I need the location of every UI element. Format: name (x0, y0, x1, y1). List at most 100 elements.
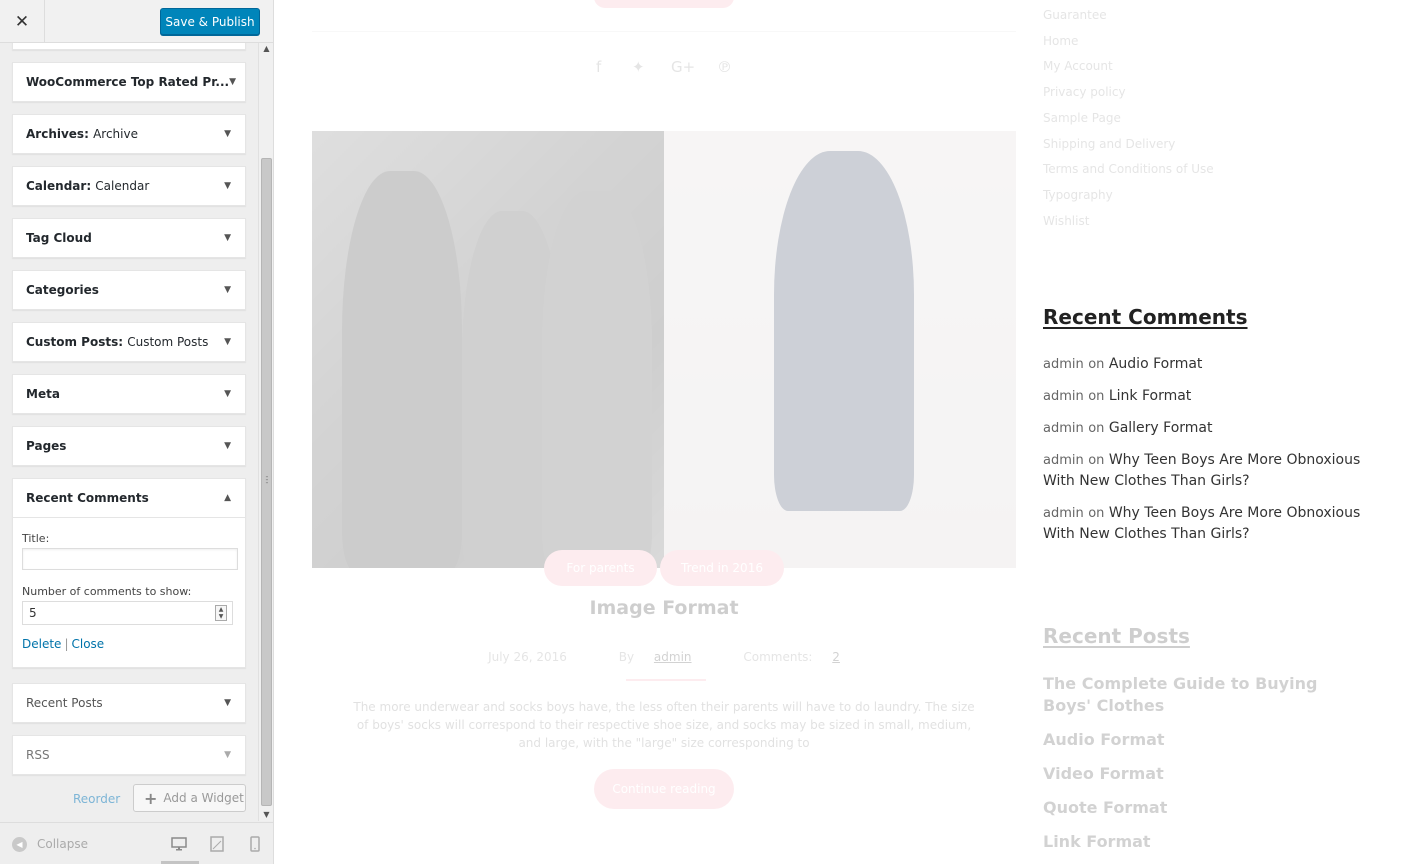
widget-title: Recent Posts (26, 696, 103, 710)
delete-link[interactable]: Delete (22, 637, 61, 651)
page-link[interactable]: Shipping and Delivery (1043, 132, 1214, 158)
collapse-icon[interactable]: ◀ (12, 837, 27, 852)
scroll-down-arrow-icon[interactable]: ▼ (259, 809, 273, 821)
page-link[interactable]: Guarantee (1043, 3, 1214, 29)
recent-comment-item: admin on Gallery Format (1043, 420, 1213, 436)
recent-comment-item: admin on Link Format (1043, 388, 1192, 404)
widget-header[interactable]: Custom Posts: Custom Posts ▼ (13, 323, 245, 361)
page-link[interactable]: Sample Page (1043, 106, 1214, 132)
scroll-thumb[interactable]: --- (261, 158, 272, 806)
expand-arrow-icon[interactable]: ▼ (224, 698, 231, 708)
widget-title: Tag Cloud (26, 231, 92, 245)
widget-title: RSS (26, 748, 50, 762)
widget-tag-cloud[interactable]: Tag Cloud ▼ (12, 218, 246, 258)
page-link[interactable]: Typography (1043, 183, 1214, 209)
widget-calendar[interactable]: Calendar: Calendar ▼ (12, 166, 246, 206)
widget-header[interactable]: Pages ▼ (13, 427, 245, 465)
page-link[interactable]: Home (1043, 29, 1214, 55)
widget-header[interactable]: Archives: Archive ▼ (13, 115, 245, 153)
expand-arrow-icon[interactable]: ▼ (224, 129, 231, 139)
widget-title: Meta (26, 387, 60, 401)
widget-header[interactable]: Recent Comments ▲ (13, 479, 245, 517)
close-customizer-button[interactable]: ✕ (0, 0, 45, 43)
pinterest-icon[interactable]: ℗ (717, 58, 732, 76)
widget-rss[interactable]: RSS ▼ (12, 735, 246, 775)
google-plus-icon[interactable]: G+ (671, 58, 695, 76)
widget-header[interactable]: Recent Posts ▼ (13, 684, 245, 722)
continue-reading-button[interactable]: Continue reading (594, 769, 734, 809)
pages-widget-list: Guarantee Home My Account Privacy policy… (1043, 3, 1214, 234)
widget-header[interactable]: RSS ▼ (13, 736, 245, 774)
widget-header[interactable]: Categories ▼ (13, 271, 245, 309)
widget-meta[interactable]: Meta ▼ (12, 374, 246, 414)
scroll-up-arrow-icon[interactable]: ▲ (259, 43, 273, 55)
tag-badge[interactable]: Trend in 2016 (660, 550, 784, 586)
reorder-link[interactable]: Reorder (73, 792, 120, 806)
page-link[interactable]: Wishlist (1043, 209, 1214, 235)
recent-post-link[interactable]: The Complete Guide to Buying Boys' Cloth… (1043, 673, 1363, 717)
comment-post-link[interactable]: Link Format (1109, 388, 1191, 404)
desktop-preview-icon[interactable] (171, 836, 187, 852)
image-right-half (664, 131, 1016, 568)
tag-badge[interactable]: For parents (544, 550, 657, 586)
widget-title: Pages (26, 439, 67, 453)
expand-arrow-icon[interactable]: ▼ (224, 337, 231, 347)
post-title[interactable]: Image Format (312, 597, 1016, 619)
add-widget-button[interactable]: + Add a Widget (133, 784, 246, 812)
comment-post-link[interactable]: Audio Format (1109, 356, 1203, 372)
title-input[interactable] (22, 548, 238, 570)
customizer-footer: ◀ Collapse (0, 822, 273, 864)
expand-arrow-icon[interactable]: ▼ (224, 285, 231, 295)
expand-arrow-icon[interactable]: ▼ (224, 441, 231, 451)
recent-post-link[interactable]: Video Format (1043, 763, 1363, 785)
collapse-arrow-icon[interactable]: ▲ (224, 493, 231, 503)
save-publish-button[interactable]: Save & Publish (160, 8, 260, 35)
post-date: July 26, 2016 (488, 650, 567, 664)
widget-header[interactable]: Calendar: Calendar ▼ (13, 167, 245, 205)
recent-post-link[interactable]: Quote Format (1043, 797, 1363, 819)
page-link[interactable]: Privacy policy (1043, 80, 1214, 106)
recent-post-link[interactable]: Audio Format (1043, 729, 1363, 751)
expand-arrow-icon[interactable]: ▼ (224, 181, 231, 191)
recent-posts-heading: Recent Posts (1043, 624, 1190, 648)
widget-woocommerce-top-rated[interactable]: WooCommerce Top Rated Pr... ▼ (12, 62, 246, 102)
expand-arrow-icon[interactable]: ▼ (229, 77, 236, 87)
facebook-icon[interactable]: f (596, 58, 601, 76)
close-link[interactable]: Close (71, 637, 104, 651)
post-featured-image[interactable] (312, 131, 1016, 568)
expand-arrow-icon[interactable]: ▼ (224, 233, 231, 243)
widget-list-panel: WooCommerce Top Rated Pr... ▼ Archives: … (0, 43, 258, 821)
number-of-comments-input[interactable]: 5 ▲ ▼ (22, 601, 233, 625)
page-link[interactable]: Terms and Conditions of Use (1043, 157, 1214, 183)
widget-partial[interactable] (12, 43, 246, 50)
page-link[interactable]: My Account (1043, 54, 1214, 80)
widget-header[interactable]: Meta ▼ (13, 375, 245, 413)
widget-custom-posts[interactable]: Custom Posts: Custom Posts ▼ (12, 322, 246, 362)
tablet-preview-icon[interactable] (209, 836, 225, 852)
post-comments: Comments: 2 (743, 650, 840, 664)
collapse-button[interactable]: Collapse (37, 837, 88, 851)
spinner-icon[interactable]: ▲ ▼ (215, 605, 227, 621)
image-left-half (312, 131, 664, 568)
recent-comments-heading: Recent Comments (1043, 305, 1248, 329)
mobile-preview-icon[interactable] (247, 836, 263, 852)
twitter-icon[interactable]: ✦ (632, 58, 645, 76)
author-link[interactable]: admin (654, 650, 692, 664)
widget-recent-posts[interactable]: Recent Posts ▼ (12, 683, 246, 723)
scrollbar[interactable]: ▲ --- ▼ (258, 43, 273, 821)
expand-arrow-icon[interactable]: ▼ (224, 389, 231, 399)
expand-arrow-icon[interactable]: ▼ (224, 750, 231, 760)
comment-post-link[interactable]: Gallery Format (1109, 420, 1213, 436)
widget-header[interactable]: Tag Cloud ▼ (13, 219, 245, 257)
widget-categories[interactable]: Categories ▼ (12, 270, 246, 310)
read-more-button-partial[interactable] (594, 0, 734, 8)
widget-archives[interactable]: Archives: Archive ▼ (12, 114, 246, 154)
widget-title: Calendar: Calendar (26, 179, 150, 193)
site-preview[interactable]: f ✦ G+ ℗ For parents Trend in 2016 Image… (274, 0, 1419, 864)
widget-title: Recent Comments (26, 491, 149, 505)
widget-pages[interactable]: Pages ▼ (12, 426, 246, 466)
widget-header[interactable]: WooCommerce Top Rated Pr... ▼ (13, 63, 245, 101)
comments-count-link[interactable]: 2 (832, 650, 840, 664)
recent-post-link[interactable]: Link Format (1043, 831, 1363, 853)
customizer-header: ✕ Save & Publish (0, 0, 273, 43)
